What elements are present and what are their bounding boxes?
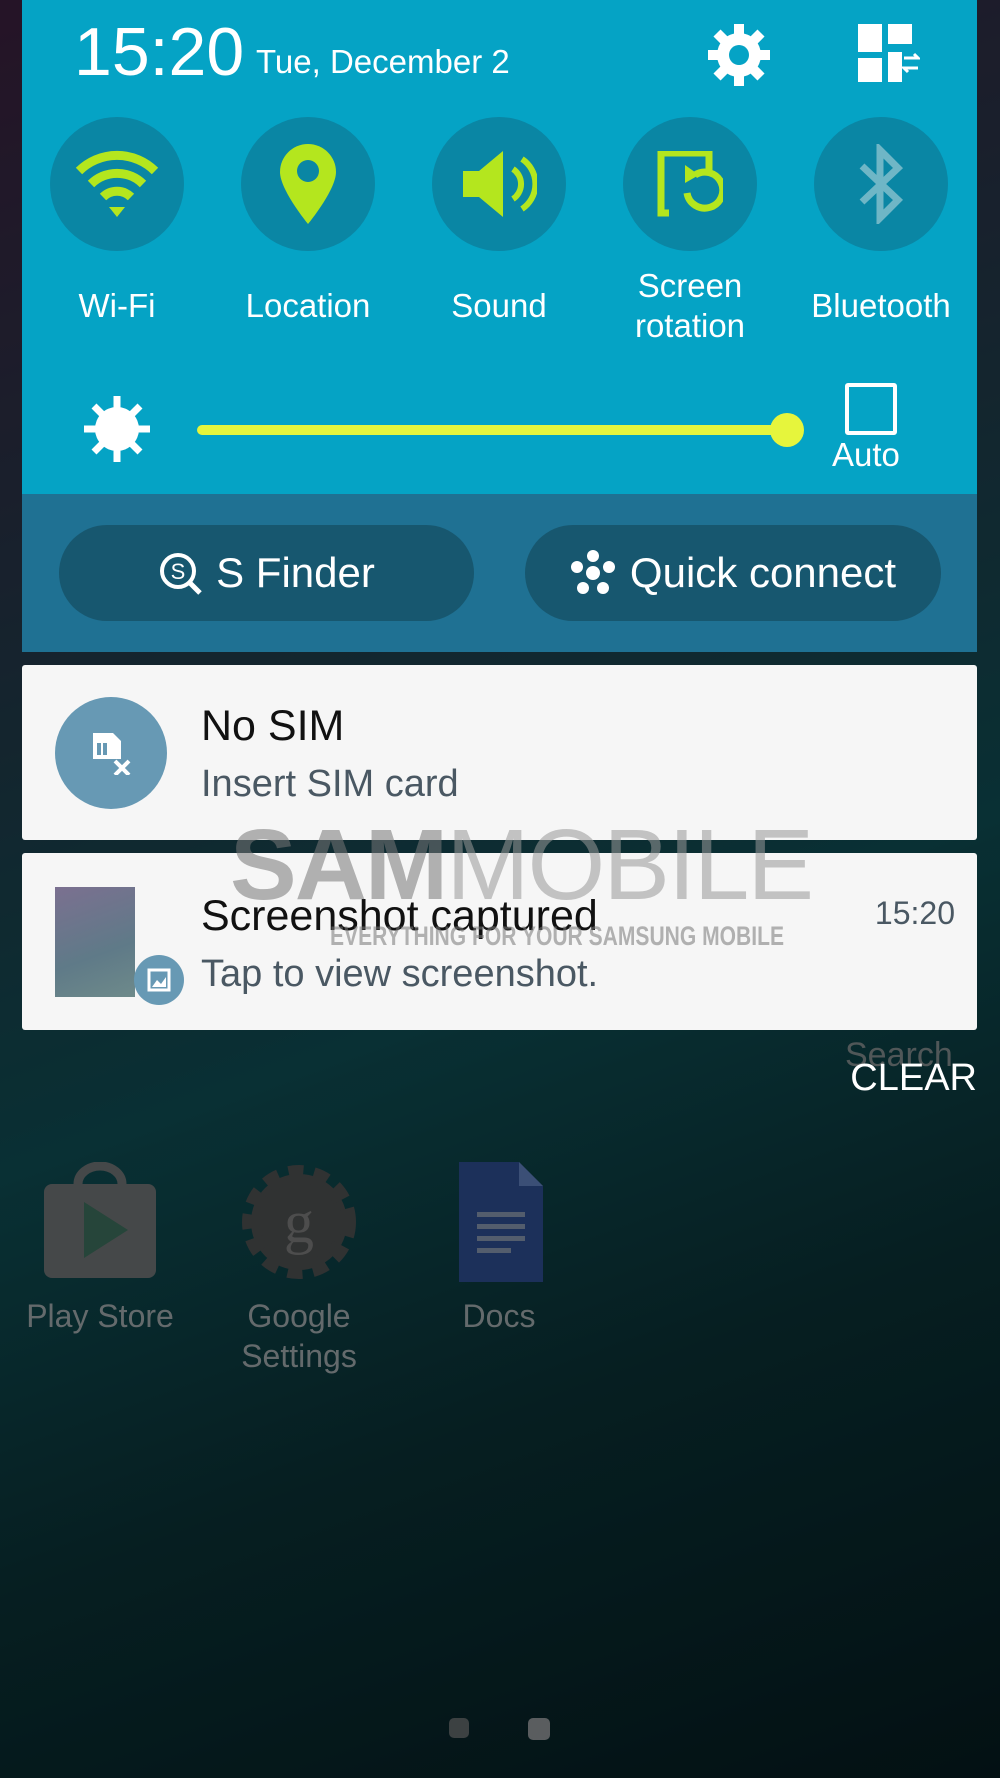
toggle-label: Bluetooth (811, 287, 951, 324)
gear-icon[interactable] (706, 22, 772, 93)
notification-title: No SIM (201, 702, 345, 750)
speaker-icon (463, 151, 537, 217)
quick-connect-icon (570, 550, 615, 594)
toggle-location[interactable] (241, 117, 375, 251)
quick-settings-panel: 15:20 Tue, December 2 Wi-Fi Location Sou… (22, 0, 977, 494)
brightness-icon (82, 394, 152, 469)
auto-brightness-checkbox[interactable] (845, 383, 897, 435)
screenshot-thumbnail (55, 887, 135, 997)
auto-label: Auto (832, 436, 900, 473)
date: Tue, December 2 (256, 43, 510, 80)
toggle-bluetooth[interactable] (814, 117, 948, 251)
slider-thumb[interactable] (770, 413, 804, 447)
sim-card-x-icon (55, 697, 167, 809)
bluetooth-icon (859, 144, 904, 224)
brightness-slider[interactable] (197, 410, 809, 450)
slider-track (197, 425, 787, 435)
quick-panel-edit-icon[interactable] (858, 24, 922, 91)
toggle-wifi[interactable] (50, 117, 184, 251)
toggle-screen-rotation[interactable] (623, 117, 757, 251)
wifi-icon (75, 150, 159, 217)
clear-button[interactable]: CLEAR (850, 1056, 977, 1100)
notification-text: Insert SIM card (201, 763, 459, 805)
clock: 15:20 (74, 14, 245, 90)
toggle-label: Sound (451, 287, 547, 324)
toggle-label: Wi-Fi (78, 287, 156, 324)
toggle-label: Screen rotation (634, 267, 746, 344)
notification-time: 15:20 (874, 895, 955, 931)
notification-no-sim[interactable]: No SIM Insert SIM card (22, 665, 977, 840)
toggle-label: Location (245, 287, 371, 324)
screen-rotation-icon (657, 151, 723, 217)
s-finder-icon: S (160, 553, 202, 595)
location-pin-icon (280, 144, 336, 224)
notification-screenshot[interactable]: Screenshot captured Tap to view screensh… (22, 853, 977, 1030)
quick-connect-button[interactable]: Quick connect (525, 525, 941, 621)
toggle-sound[interactable] (432, 117, 566, 251)
notification-text: Tap to view screenshot. (201, 953, 599, 995)
svg-text:S: S (171, 559, 186, 584)
s-finder-button[interactable]: S S Finder (59, 525, 474, 621)
notification-title: Screenshot captured (201, 892, 598, 940)
gallery-icon (134, 955, 184, 1005)
